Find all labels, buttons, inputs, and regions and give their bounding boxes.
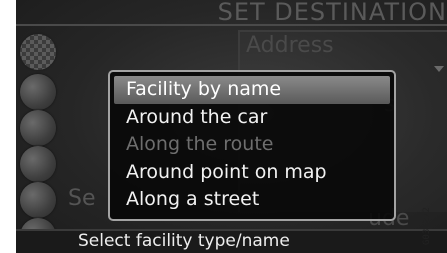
address-field-label: Address [246,33,334,58]
header-divider [16,24,447,26]
navigation-screen: SET DESTINATION Address s Se ude Facilit… [16,0,447,253]
dropdown-arrow-icon [434,66,444,72]
checkered-flag-icon[interactable] [20,34,56,70]
status-text: Select facility type/name [78,231,290,251]
popup-item-around-point-on-map[interactable]: Around point on map [114,159,390,187]
screen-title: SET DESTINATION [217,0,447,26]
popup-item-along-the-route: Along the route [126,133,274,155]
image-code-label: G032272 [422,207,432,245]
popup-item-around-the-car[interactable]: Around the car [114,104,390,132]
popup-item-facility-by-name[interactable]: Facility by name [114,76,390,104]
facility-search-popup: Facility by name Around the car Along th… [108,70,396,221]
menu-icon[interactable] [20,146,56,182]
background-left-fragment: Se [68,186,96,211]
status-bar: Select facility type/name [16,229,447,253]
popup-item-along-a-street[interactable]: Along a street [114,186,390,214]
menu-icon[interactable] [20,110,56,146]
menu-icon[interactable] [20,182,56,218]
menu-icon[interactable] [20,74,56,110]
